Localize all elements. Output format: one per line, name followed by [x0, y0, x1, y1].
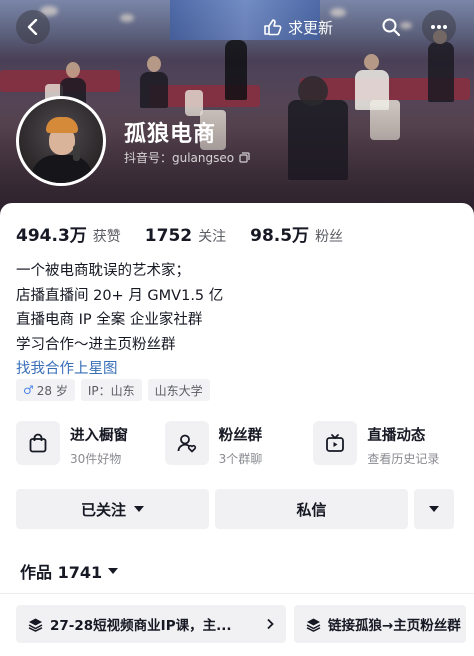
collection-label: 27-28短视频商业IP课，主... [50, 618, 232, 634]
collection-label: 链接孤狼→主页粉丝群 [328, 618, 461, 634]
chevron-left-icon [27, 19, 38, 35]
star-map-link[interactable]: 找我合作上星图 [16, 357, 223, 382]
more-dots-icon [431, 25, 447, 29]
message-button[interactable]: 私信 [215, 489, 408, 529]
feature-live-title: 直播动态 [367, 428, 426, 444]
feature-fan-group[interactable]: 粉丝群 3个群聊 [164, 421, 314, 467]
feature-live-subtitle: 查看历史记录 [367, 452, 440, 466]
stat-likes-label: 获赞 [92, 229, 121, 245]
profile-avatar[interactable] [16, 96, 106, 186]
tag-age-text: 28 岁 [36, 383, 68, 398]
feature-shop-subtitle: 30件好物 [70, 452, 122, 466]
tag-ip-text: IP：山东 [87, 383, 135, 398]
profile-info-card: 494.3万 获赞 1752 关注 98.5万 粉丝 一个被电商耽误的艺术家； … [0, 203, 474, 656]
search-icon [382, 18, 401, 37]
stat-fans-label: 粉丝 [315, 229, 344, 245]
profile-bio: 一个被电商耽误的艺术家； 店播直播间 20+ 月 GMV1.5 亿 直播电商 I… [16, 259, 223, 382]
divider [0, 593, 474, 594]
feature-fan-group-title: 粉丝群 [218, 428, 263, 444]
works-label: 作品 1741 [20, 563, 103, 582]
action-buttons: 已关注 私信 [16, 489, 454, 529]
profile-tags: ♂ 28 岁 IP：山东 山东大学 [16, 379, 210, 401]
collections-row: 27-28短视频商业IP课，主... 链接孤狼→主页粉丝群 [16, 605, 466, 643]
tag-age: ♂ 28 岁 [16, 379, 75, 401]
feature-shop-title: 进入橱窗 [70, 428, 128, 444]
tag-school[interactable]: 山东大学 [147, 379, 210, 401]
tag-ip-location: IP：山东 [80, 379, 142, 401]
male-icon: ♂ [23, 383, 34, 397]
collection-item[interactable]: 27-28短视频商业IP课，主... [16, 605, 286, 643]
shopping-bag-icon [16, 421, 60, 465]
following-button[interactable]: 已关注 [16, 489, 209, 529]
live-tv-icon [313, 421, 358, 465]
bio-line: 直播电商 IP 全案 企业家社群 [16, 312, 203, 328]
douyin-id-text: 抖音号：gulangseo [124, 151, 235, 165]
caret-down-icon [429, 505, 439, 512]
request-update-button[interactable]: 求更新 [262, 12, 333, 42]
bio-line: 一个被电商耽误的艺术家； [16, 263, 190, 279]
feature-live-history[interactable]: 直播动态 查看历史记录 [313, 421, 462, 467]
thumb-point-icon [264, 19, 282, 36]
bio-line: 学习合作～进主页粉丝群 [16, 336, 176, 353]
tab-works[interactable]: 作品 1741 [20, 559, 119, 583]
bio-line: 店播直播间 20+ 月 GMV1.5 亿 [16, 287, 224, 304]
tag-school-text: 山东大学 [154, 383, 203, 398]
feature-fan-group-subtitle: 3个群聊 [218, 452, 263, 466]
stat-fans[interactable]: 98.5万 粉丝 [250, 221, 343, 246]
caret-down-icon [108, 567, 119, 574]
following-label: 已关注 [80, 500, 126, 519]
request-update-label: 求更新 [288, 18, 334, 37]
stats-row: 494.3万 获赞 1752 关注 98.5万 粉丝 [16, 221, 343, 246]
back-button[interactable] [16, 10, 50, 44]
feature-shop-window[interactable]: 进入橱窗 30件好物 [16, 421, 165, 467]
search-button[interactable] [374, 10, 408, 44]
douyin-id[interactable]: 抖音号：gulangseo [124, 149, 250, 166]
stat-following-label: 关注 [198, 229, 227, 245]
layers-icon [306, 618, 321, 632]
stat-following-value: 1752 [144, 226, 193, 246]
stat-fans-value: 98.5万 [250, 226, 310, 246]
copy-icon [239, 152, 250, 163]
caret-down-icon [134, 505, 144, 512]
chevron-right-icon [267, 618, 274, 630]
message-label: 私信 [296, 500, 327, 519]
layers-icon [28, 618, 43, 632]
profile-name: 孤狼电商 [124, 122, 217, 147]
fan-group-icon [164, 421, 209, 465]
stat-following[interactable]: 1752 关注 [145, 226, 226, 246]
collection-item[interactable]: 链接孤狼→主页粉丝群 [294, 605, 466, 643]
more-options-button[interactable] [422, 10, 456, 44]
feature-entries: 进入橱窗 30件好物 粉丝群 3个群聊 直播动态 查看历史记录 [16, 421, 462, 467]
stat-likes: 494.3万 获赞 [16, 221, 121, 246]
recommend-accounts-button[interactable] [414, 489, 454, 529]
stat-likes-value: 494.3万 [16, 226, 87, 246]
